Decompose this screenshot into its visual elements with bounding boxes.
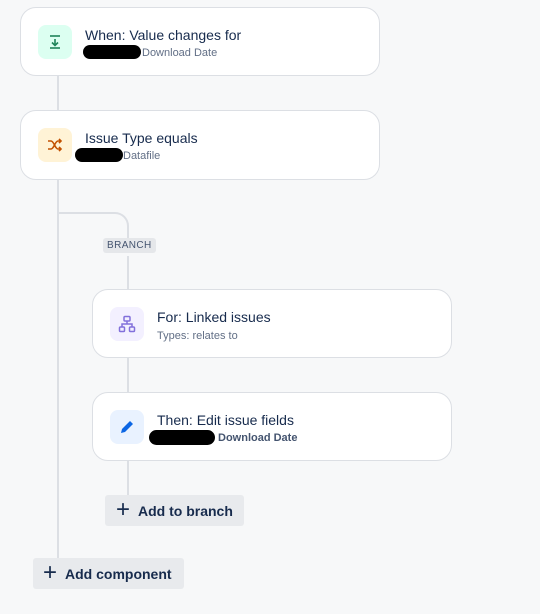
trigger-title: When: Value changes for [85,27,242,43]
pencil-icon [121,421,133,433]
condition-value: Datafile [123,150,161,162]
hierarchy-icon [118,315,136,333]
redaction-mark [83,45,141,59]
connector-line [127,461,129,495]
add-to-branch-label: Add to branch [138,502,233,519]
plus-icon: + [43,558,58,586]
redaction-mark [75,148,123,162]
shuffle-icon [48,138,63,152]
trigger-card[interactable]: When: Value changes for Download Date [20,7,380,76]
action-title: Then: Edit issue fields [157,412,294,428]
add-component-button[interactable]: + Add component [33,558,184,589]
connector-line [127,358,129,392]
action-field: Download Date [218,432,298,444]
redaction-mark [149,430,215,445]
for-icon-box [110,307,144,341]
condition-icon-box [38,128,72,162]
for-title: For: Linked issues [157,309,271,325]
action-icon-box [110,410,144,444]
branch-label: BRANCH [103,238,156,253]
trigger-icon-box [38,25,72,59]
condition-title: Issue Type equals [85,130,198,146]
branch-for-card[interactable]: For: Linked issues Types: relates to [92,289,452,358]
plus-icon: + [116,495,131,523]
condition-card[interactable]: Issue Type equals Datafile [20,110,380,180]
download-icon [50,35,60,49]
branch-action-card[interactable]: Then: Edit issue fields Download Date [92,392,452,461]
add-to-branch-button[interactable]: + Add to branch [105,495,244,526]
connector-line [127,256,129,289]
trigger-field: Download Date [142,47,218,59]
add-component-label: Add component [65,565,172,582]
connector-line [57,76,59,110]
for-subtitle: Types: relates to [157,330,238,342]
